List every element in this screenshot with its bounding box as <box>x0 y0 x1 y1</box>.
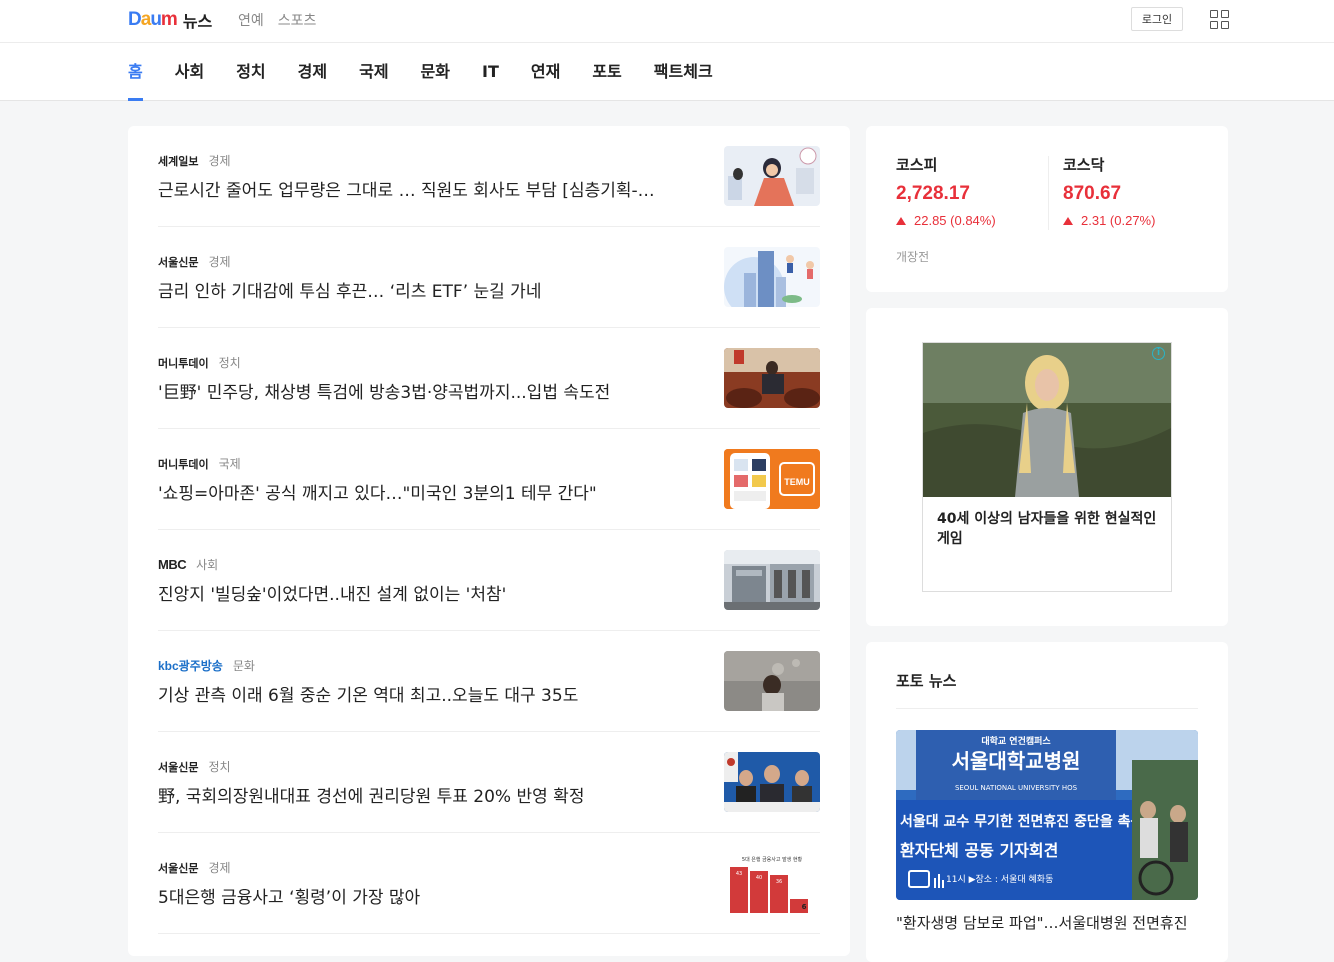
tab-series[interactable]: 연재 <box>531 43 560 101</box>
ad-text[interactable]: 40세 이상의 남자들을 위한 현실적인 게임 <box>923 497 1171 561</box>
kosdaq-index[interactable]: 코스닥 870.67 2.31 (0.27%) <box>1063 154 1155 228</box>
ad-info-icon[interactable]: i <box>1152 347 1165 360</box>
video-icon <box>908 870 930 888</box>
news-logo-text: 뉴스 <box>182 12 213 31</box>
bank-val: 6 <box>802 903 807 911</box>
list-item[interactable]: MBC 사회 진앙지 '빌딩숲'이었다면..내진 설계 없이는 '처참' <box>158 530 820 631</box>
article-title[interactable]: 기상 관측 이래 6월 중순 기온 역대 최고..오늘도 대구 35도 <box>158 681 698 706</box>
press-name[interactable]: 서울신문 <box>158 254 198 270</box>
article-thumbnail[interactable]: TEMU <box>724 449 820 509</box>
nav-items: 홈 사회 정치 경제 국제 문화 IT 연재 포토 팩트체크 <box>128 43 745 101</box>
divider <box>1048 156 1049 230</box>
kosdaq-change: 2.31 (0.27%) <box>1063 213 1155 228</box>
tab-politics[interactable]: 정치 <box>236 43 265 101</box>
article-category: 정치 <box>218 356 241 370</box>
article-title[interactable]: 근로시간 줄어도 업무량은 그대로 … 직원도 회사도 부담 [심층기획-… <box>158 176 698 201</box>
sign-text: 대학교 연건캠퍼스 <box>981 735 1051 747</box>
tab-society[interactable]: 사회 <box>175 43 204 101</box>
link-entertainment[interactable]: 연예 <box>238 10 264 30</box>
tab-economy[interactable]: 경제 <box>298 43 327 101</box>
bank-val: 40 <box>756 875 762 881</box>
bank-chart-title: 5대 은행 금융사고 발생 현황 <box>742 856 803 863</box>
article-thumbnail[interactable] <box>724 550 820 610</box>
article-thumbnail[interactable]: 5대 은행 금융사고 발생 현황 43 40 36 6 <box>724 853 820 913</box>
kospi-value: 2,728.17 <box>896 183 970 204</box>
temu-logo-text: TEMU <box>784 477 810 487</box>
photo-news-image[interactable]: 대학교 연건캠퍼스서울대학교병원 SEOUL NATIONAL UNIVERSIT… <box>896 730 1198 900</box>
bank-val: 43 <box>736 871 742 877</box>
top-bar: Daum 뉴스 연예 스포츠 로그인 <box>0 0 1334 43</box>
banner-text: 11시 ▶장소 : 서울대 혜화동 <box>946 873 1053 885</box>
article-category: 경제 <box>208 861 231 875</box>
list-item[interactable]: 서울신문 경제 금리 인하 기대감에 투심 후끈… ‘리츠 ETF’ 눈길 가네 <box>158 227 820 328</box>
list-item[interactable]: 서울신문 정치 野, 국회의장원내대표 경선에 권리당원 투표 20% 반영 확정 <box>158 732 820 833</box>
kospi-index[interactable]: 코스피 2,728.17 22.85 (0.84%) <box>896 154 996 228</box>
article-category: 경제 <box>208 255 231 269</box>
tab-international[interactable]: 국제 <box>359 43 388 101</box>
article-category: 국제 <box>218 457 241 471</box>
tab-home[interactable]: 홈 <box>128 43 143 101</box>
tab-culture[interactable]: 문화 <box>421 43 450 101</box>
tab-it[interactable]: IT <box>482 43 499 101</box>
divider <box>896 708 1198 709</box>
sign-text: SEOUL NATIONAL UNIVERSITY HOS <box>955 784 1078 792</box>
article-thumbnail[interactable] <box>724 651 820 711</box>
tab-factcheck[interactable]: 팩트체크 <box>654 43 713 101</box>
article-title[interactable]: '쇼핑=아마존' 공식 깨지고 있다…"미국인 3분의1 테무 간다" <box>158 479 698 504</box>
photo-news-title[interactable]: 포토 뉴스 <box>896 670 956 691</box>
article-title[interactable]: '巨野' 민주당, 채상병 특검에 방송3법·양곡법까지...입법 속도전 <box>158 378 698 403</box>
article-category: 사회 <box>196 558 219 572</box>
ad-image[interactable]: i <box>923 343 1171 497</box>
kosdaq-name: 코스닥 <box>1063 156 1105 174</box>
article-title[interactable]: 5대은행 금융사고 ‘횡령’이 가장 많아 <box>158 883 698 908</box>
category-nav: 홈 사회 정치 경제 국제 문화 IT 연재 포토 팩트체크 <box>0 43 1334 101</box>
press-name[interactable]: kbc광주방송 <box>158 657 223 674</box>
press-name[interactable]: 서울신문 <box>158 759 198 775</box>
list-item[interactable]: 머니투데이 정치 '巨野' 민주당, 채상병 특검에 방송3법·양곡법까지...입… <box>158 328 820 429</box>
article-thumbnail[interactable] <box>724 146 820 206</box>
banner-text: 환자단체 공동 기자회견 <box>900 841 1058 860</box>
press-name[interactable]: MBC <box>158 557 187 572</box>
ad-widget: i 40세 이상의 남자들을 위한 현실적인 게임 <box>866 308 1228 626</box>
article-category: 문화 <box>232 659 255 673</box>
article-thumbnail[interactable] <box>724 752 820 812</box>
article-category: 정치 <box>208 760 231 774</box>
market-index-widget: 코스피 2,728.17 22.85 (0.84%) 코스닥 870.67 2.… <box>866 126 1228 292</box>
press-name[interactable]: 세계일보 <box>158 153 198 169</box>
ad-banner[interactable]: i 40세 이상의 남자들을 위한 현실적인 게임 <box>922 342 1172 592</box>
press-name[interactable]: 머니투데이 <box>158 355 209 371</box>
kosdaq-value: 870.67 <box>1063 183 1122 204</box>
news-list: 세계일보 경제 근로시간 줄어도 업무량은 그대로 … 직원도 회사도 부담 [심… <box>128 126 850 956</box>
up-arrow-icon <box>1063 216 1073 225</box>
market-status: 개장전 <box>896 250 930 264</box>
photo-news-widget: 포토 뉴스 대학교 연건캠퍼스서울대학교병원 SEOUL NATIONAL UNI… <box>866 642 1228 962</box>
article-title[interactable]: 野, 국회의장원내대표 경선에 권리당원 투표 20% 반영 확정 <box>158 782 698 807</box>
sign-text: 서울대학교병원 <box>952 749 1081 773</box>
article-title[interactable]: 진앙지 '빌딩숲'이었다면..내진 설계 없이는 '처참' <box>158 580 698 605</box>
press-name[interactable]: 서울신문 <box>158 860 198 876</box>
up-arrow-icon <box>896 216 906 225</box>
article-category: 경제 <box>208 154 231 168</box>
bank-val: 36 <box>776 879 782 885</box>
photo-news-caption[interactable]: "환자생명 담보로 파업"…서울대병원 전면휴진 <box>896 912 1198 933</box>
press-name[interactable]: 머니투데이 <box>158 456 209 472</box>
kospi-change: 22.85 (0.84%) <box>896 213 996 228</box>
list-item[interactable]: kbc광주방송 문화 기상 관측 이래 6월 중순 기온 역대 최고..오늘도 대… <box>158 631 820 732</box>
grid-icon[interactable] <box>1210 10 1229 29</box>
article-title[interactable]: 금리 인하 기대감에 투심 후끈… ‘리츠 ETF’ 눈길 가네 <box>158 277 698 302</box>
login-button[interactable]: 로그인 <box>1131 7 1183 31</box>
link-sports[interactable]: 스포츠 <box>278 10 317 30</box>
banner-text: 서울대 교수 무기한 전면휴진 중단을 촉구하는 <box>900 813 1169 830</box>
kospi-name: 코스피 <box>896 156 938 174</box>
article-thumbnail[interactable] <box>724 348 820 408</box>
tab-photo[interactable]: 포토 <box>592 43 621 101</box>
daum-logo-mark: Daum <box>128 9 178 30</box>
list-item[interactable]: 머니투데이 국제 '쇼핑=아마존' 공식 깨지고 있다…"미국인 3분의1 테무 … <box>158 429 820 530</box>
top-links: 연예 스포츠 <box>238 10 316 30</box>
article-thumbnail[interactable] <box>724 247 820 307</box>
video-bars-icon <box>934 874 944 888</box>
list-item[interactable]: 세계일보 경제 근로시간 줄어도 업무량은 그대로 … 직원도 회사도 부담 [심… <box>158 126 820 227</box>
daum-logo[interactable]: Daum 뉴스 <box>128 8 212 32</box>
list-item[interactable]: 서울신문 경제 5대은행 금융사고 ‘횡령’이 가장 많아 5대 은행 금융사고 … <box>158 833 820 934</box>
